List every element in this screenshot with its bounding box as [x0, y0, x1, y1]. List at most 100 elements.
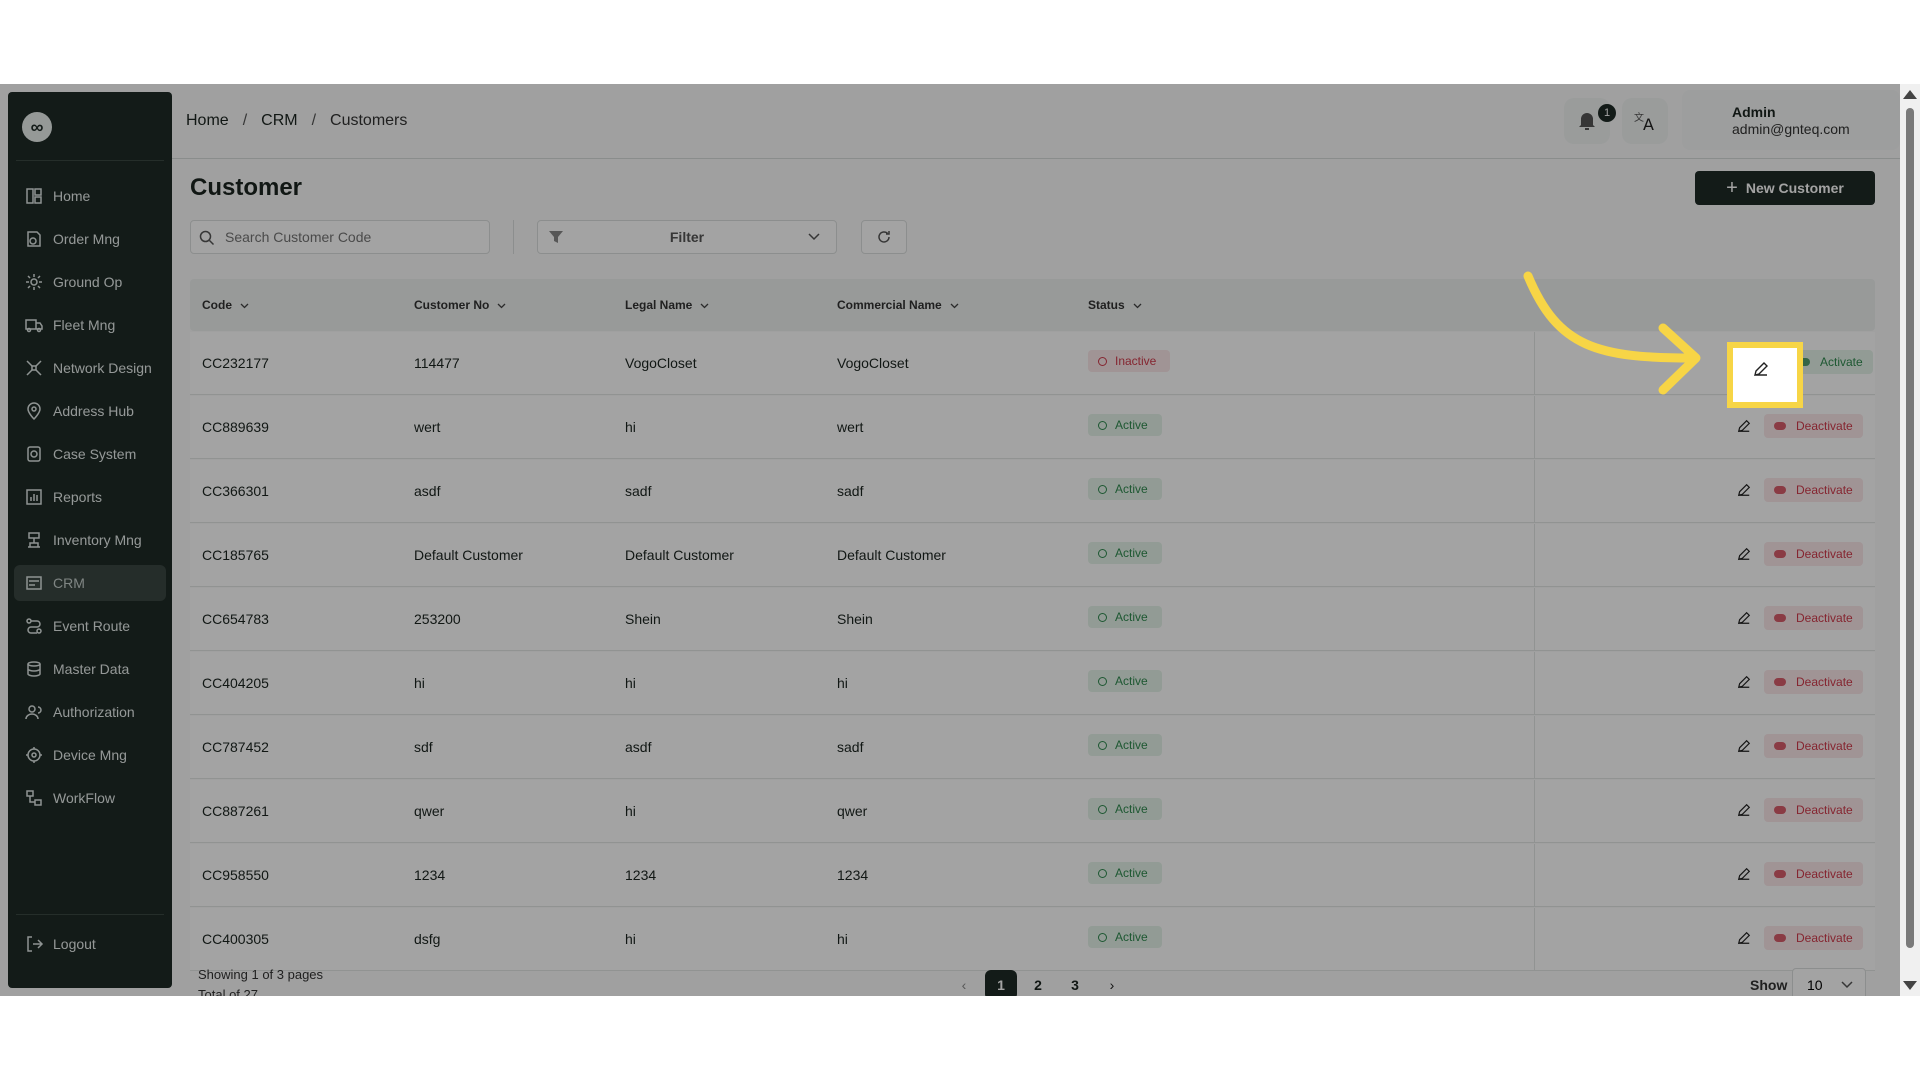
- action-label: Deactivate: [1796, 931, 1853, 945]
- page-size-label: Show: [1750, 977, 1788, 993]
- check-circle-icon: [1098, 484, 1107, 494]
- table-row[interactable]: CC787452 sdf asdf sadf Active Deactivate: [190, 716, 1875, 779]
- page-size-select[interactable]: 10: [1792, 968, 1866, 996]
- sidebar-item-fleet-mng[interactable]: Fleet Mng: [14, 307, 166, 343]
- user-profile[interactable]: Admin admin@gnteq.com: [1682, 90, 1900, 150]
- logout-button[interactable]: Logout: [14, 926, 166, 962]
- language-button[interactable]: 文A: [1622, 98, 1668, 144]
- edit-button[interactable]: [1732, 734, 1756, 758]
- cell-customer-no: qwer: [414, 803, 445, 819]
- cell-customer-no: asdf: [414, 483, 441, 499]
- sidebar-item-event-route[interactable]: Event Route: [14, 608, 166, 644]
- sidebar-item-home[interactable]: Home: [14, 178, 166, 214]
- database-icon: [27, 661, 41, 677]
- sidebar-item-order-mng[interactable]: Order Mng: [14, 221, 166, 257]
- scroll-thumb[interactable]: [1906, 108, 1914, 948]
- sidebar-item-address-hub[interactable]: Address Hub: [14, 393, 166, 429]
- status-label: Active: [1115, 546, 1148, 560]
- cell-legal-name: hi: [625, 675, 636, 691]
- highlight-edit-button[interactable]: [1727, 342, 1803, 408]
- table-row[interactable]: CC887261 qwer hi qwer Active Deactivate: [190, 780, 1875, 843]
- deactivate-button[interactable]: Deactivate: [1764, 734, 1863, 758]
- cell-legal-name: asdf: [625, 739, 652, 755]
- sidebar-item-reports[interactable]: Reports: [14, 479, 166, 515]
- notifications-button[interactable]: 1: [1564, 98, 1616, 144]
- deactivate-button[interactable]: Deactivate: [1764, 670, 1863, 694]
- filter-dropdown[interactable]: Filter: [537, 220, 837, 254]
- deactivate-button[interactable]: Deactivate: [1764, 414, 1863, 438]
- edit-button[interactable]: [1732, 798, 1756, 822]
- edit-button[interactable]: [1732, 478, 1756, 502]
- column-header-code[interactable]: Code: [202, 298, 249, 312]
- deactivate-button[interactable]: Deactivate: [1764, 926, 1863, 950]
- cell-code: CC787452: [202, 739, 269, 755]
- breadcrumb-current: Customers: [330, 112, 408, 129]
- table-row[interactable]: CC366301 asdf sadf sadf Active Deactivate: [190, 460, 1875, 523]
- sidebar-item-network-design[interactable]: Network Design: [14, 350, 166, 386]
- search-input[interactable]: [223, 228, 485, 246]
- edit-button[interactable]: [1732, 862, 1756, 886]
- breadcrumb-crm[interactable]: CRM: [261, 112, 297, 129]
- sidebar-item-authorization[interactable]: Authorization: [14, 694, 166, 730]
- sidebar-item-workflow[interactable]: WorkFlow: [14, 780, 166, 816]
- cell-commercial-name: hi: [837, 931, 848, 947]
- page-button-3[interactable]: 3: [1059, 970, 1091, 996]
- chevron-down-icon: [240, 303, 249, 309]
- new-customer-button[interactable]: + New Customer: [1695, 171, 1875, 205]
- edit-button[interactable]: [1732, 414, 1756, 438]
- table-row[interactable]: CC185765 Default Customer Default Customer…: [190, 524, 1875, 587]
- action-label: Deactivate: [1796, 803, 1853, 817]
- column-divider: [1534, 780, 1535, 842]
- sidebar-item-label: Fleet Mng: [53, 317, 116, 333]
- cell-commercial-name: Default Customer: [837, 547, 946, 563]
- edit-button[interactable]: [1732, 606, 1756, 630]
- sidebar-item-master-data[interactable]: Master Data: [14, 651, 166, 687]
- chevron-down-icon: [1133, 303, 1142, 309]
- cell-commercial-name: hi: [837, 675, 848, 691]
- chevron-down-icon: [1841, 981, 1853, 989]
- table-row[interactable]: CC404205 hi hi hi Active Deactivate: [190, 652, 1875, 715]
- table-row[interactable]: CC654783 253200 Shein Shein Active Deactivate: [190, 588, 1875, 651]
- action-label: Deactivate: [1796, 547, 1853, 561]
- cell-commercial-name: sadf: [837, 739, 864, 755]
- deactivate-button[interactable]: Deactivate: [1764, 798, 1863, 822]
- deactivate-button[interactable]: Deactivate: [1764, 606, 1863, 630]
- sidebar-item-case-system[interactable]: Case System: [14, 436, 166, 472]
- sidebar-item-device-mng[interactable]: Device Mng: [14, 737, 166, 773]
- cell-code: CC232177: [202, 355, 269, 371]
- sidebar-divider: [16, 160, 164, 161]
- column-header-customer-no[interactable]: Customer No: [414, 298, 506, 312]
- deactivate-button[interactable]: Deactivate: [1764, 862, 1863, 886]
- table-row[interactable]: CC400305 dsfg hi hi Active Deactivate: [190, 908, 1875, 971]
- sidebar-item-crm[interactable]: CRM: [14, 565, 166, 601]
- deactivate-button[interactable]: Deactivate: [1764, 478, 1863, 502]
- breadcrumb-home[interactable]: Home: [186, 112, 229, 129]
- deactivate-button[interactable]: Deactivate: [1764, 542, 1863, 566]
- scroll-up-arrow-icon[interactable]: [1903, 90, 1917, 99]
- column-header-legal-name[interactable]: Legal Name: [625, 298, 709, 312]
- refresh-icon: [878, 231, 890, 243]
- edit-button[interactable]: [1732, 670, 1756, 694]
- next-page-icon[interactable]: ›: [1096, 970, 1128, 996]
- column-header-status[interactable]: Status: [1088, 298, 1142, 312]
- column-header-commercial-name[interactable]: Commercial Name: [837, 298, 959, 312]
- cell-customer-no: 253200: [414, 611, 461, 627]
- refresh-button[interactable]: [861, 220, 907, 254]
- status-badge: Active: [1088, 798, 1162, 820]
- sidebar-item-inventory-mng[interactable]: Inventory Mng: [14, 522, 166, 558]
- sidebar: ∞ Home Order Mng Ground Op Fleet Mng Network…: [8, 92, 172, 988]
- edit-button[interactable]: [1732, 542, 1756, 566]
- logo-icon[interactable]: ∞: [22, 112, 52, 142]
- crm-icon: [26, 576, 42, 590]
- edit-button[interactable]: [1732, 926, 1756, 950]
- prev-page-icon[interactable]: ‹: [948, 970, 980, 996]
- cell-customer-no: wert: [414, 419, 441, 435]
- table-row[interactable]: CC958550 1234 1234 1234 Active Deactivate: [190, 844, 1875, 907]
- page-scrollbar[interactable]: [1900, 84, 1920, 996]
- sidebar-item-ground-op[interactable]: Ground Op: [14, 264, 166, 300]
- column-divider: [1534, 588, 1535, 650]
- sidebar-nav: Home Order Mng Ground Op Fleet Mng Network D…: [14, 178, 166, 823]
- page-button-2[interactable]: 2: [1022, 970, 1054, 996]
- scroll-down-arrow-icon[interactable]: [1903, 981, 1917, 990]
- page-button-1[interactable]: 1: [985, 970, 1017, 996]
